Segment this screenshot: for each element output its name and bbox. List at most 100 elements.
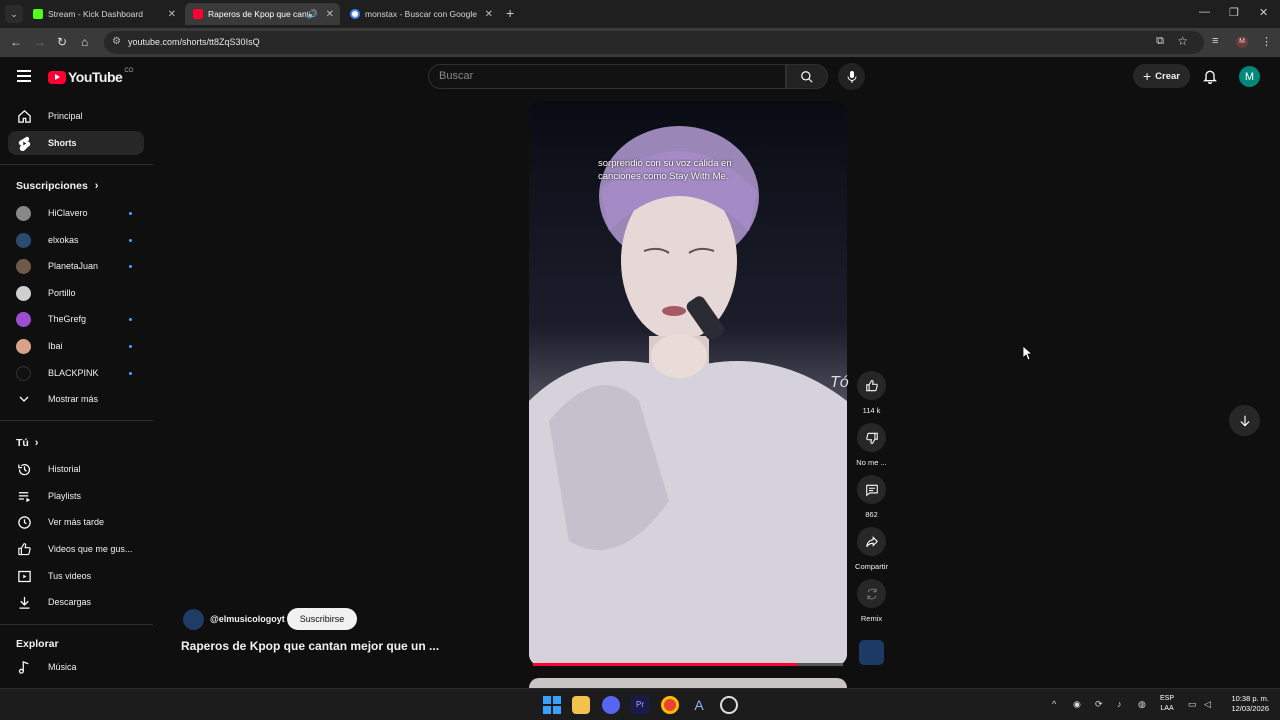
reload-icon[interactable]: ↻: [57, 35, 67, 49]
app-icon[interactable]: A: [690, 696, 708, 714]
system-clock[interactable]: 10:38 p. m. 12/03/2026: [1225, 694, 1269, 714]
channel-name[interactable]: @elmusicologoyt: [210, 614, 285, 624]
search-input[interactable]: [439, 70, 769, 82]
menu-icon[interactable]: [17, 70, 31, 82]
next-video-button[interactable]: [1229, 405, 1260, 436]
media-control-icon[interactable]: ≡: [1212, 35, 1218, 47]
notifications-button[interactable]: [1202, 68, 1218, 89]
tab-google-search[interactable]: monstax - Buscar con Google ✕: [342, 3, 499, 25]
site-info-icon[interactable]: ⚙: [112, 36, 121, 47]
share-button[interactable]: Compartir: [855, 527, 888, 571]
close-tab-icon[interactable]: ✕: [326, 9, 334, 20]
account-avatar[interactable]: M: [1239, 66, 1260, 87]
sidebar-item-your-videos[interactable]: Tus videos: [8, 564, 144, 588]
back-icon[interactable]: ←: [10, 35, 22, 49]
discord-tray-icon[interactable]: ◉: [1073, 699, 1081, 710]
channel-thumbnail[interactable]: [859, 640, 884, 665]
browser-menu-icon[interactable]: ⋮: [1261, 35, 1272, 48]
url-text[interactable]: youtube.com/shorts/tt8ZqS30IsQ: [128, 37, 260, 47]
home-page-icon[interactable]: ⌂: [81, 35, 88, 49]
channel-avatar[interactable]: [183, 609, 204, 630]
search-button[interactable]: [786, 64, 828, 89]
comments-button[interactable]: 862: [855, 475, 888, 519]
you-heading[interactable]: Tú ›: [16, 437, 38, 449]
omnibox[interactable]: ⚙ youtube.com/shorts/tt8ZqS30IsQ ⧉ ☆: [104, 31, 1204, 54]
like-button[interactable]: 114 k: [855, 371, 888, 415]
tab-kick-dashboard[interactable]: Stream - Kick Dashboard ✕: [25, 3, 182, 25]
short-title[interactable]: Raperos de Kpop que cantan mejor que un …: [181, 639, 439, 653]
live-indicator: [129, 371, 132, 375]
like-count: 114 k: [862, 406, 881, 415]
close-window-icon[interactable]: ✕: [1259, 6, 1268, 19]
subscriptions-heading[interactable]: Suscripciones ›: [16, 180, 98, 192]
dislike-button[interactable]: No me ...: [855, 423, 888, 467]
short-video-player[interactable]: [529, 101, 847, 666]
premiere-icon[interactable]: Pr: [631, 696, 649, 714]
sidebar-item-shorts[interactable]: Shorts: [8, 131, 144, 155]
sidebar-item-playlists[interactable]: Playlists: [8, 484, 144, 508]
youtube-logo[interactable]: YouTube CO: [48, 68, 133, 85]
logo-text: YouTube: [68, 69, 123, 85]
sync-tray-icon[interactable]: ⟳: [1095, 699, 1103, 710]
profile-icon[interactable]: M: [1236, 36, 1248, 48]
sidebar-item-subscription[interactable]: Ibai: [8, 334, 144, 358]
sidebar-item-subscription[interactable]: TheGrefg: [8, 307, 144, 331]
tab-youtube-short[interactable]: Raperos de Kpop que canta 🔊 ✕: [185, 3, 340, 25]
sidebar-item-subscription[interactable]: Portillo: [8, 281, 144, 305]
sidebar-item-music[interactable]: Música: [8, 655, 144, 679]
video-icon: [16, 568, 32, 584]
kick-favicon-icon: [33, 9, 43, 19]
sidebar-label: Descargas: [48, 597, 92, 607]
file-explorer-icon[interactable]: [572, 696, 590, 714]
windows-start-icon[interactable]: [543, 696, 561, 714]
search-box[interactable]: [428, 64, 786, 89]
video-caption: sorprendió con su voz cálida en cancione…: [598, 158, 758, 183]
remix-button[interactable]: Remix: [855, 579, 888, 623]
voice-search-button[interactable]: [838, 63, 865, 90]
show-more-button[interactable]: Mostrar más: [8, 387, 144, 411]
bookmark-star-icon[interactable]: ☆: [1177, 34, 1188, 48]
sidebar-item-watch-later[interactable]: Ver más tarde: [8, 510, 144, 534]
mic-tray-icon[interactable]: ♪: [1117, 699, 1122, 709]
sidebar-item-subscription[interactable]: PlanetaJuan: [8, 254, 144, 278]
steam-icon[interactable]: [720, 696, 738, 714]
display-tray-icon[interactable]: ▭: [1188, 699, 1197, 710]
caption-line: sorprendió con su voz cálida en: [598, 158, 732, 169]
sidebar-item-history[interactable]: Historial: [8, 457, 144, 481]
input-language[interactable]: ESP LAA: [1160, 694, 1174, 714]
like-icon: [16, 541, 32, 557]
discord-icon[interactable]: [602, 696, 620, 714]
minimize-icon[interactable]: —: [1199, 6, 1210, 18]
sidebar-item-principal[interactable]: Principal: [8, 104, 144, 128]
install-app-icon[interactable]: ⧉: [1156, 35, 1164, 48]
sidebar-item-subscription[interactable]: HiClavero: [8, 201, 144, 225]
create-button[interactable]: + Crear: [1133, 64, 1190, 88]
video-progress-bar[interactable]: [533, 663, 843, 666]
audio-playing-icon[interactable]: 🔊: [307, 9, 318, 20]
restore-icon[interactable]: ❐: [1229, 6, 1239, 19]
shorts-icon: [16, 135, 32, 151]
subscribe-button[interactable]: Suscribirse: [287, 608, 357, 630]
avatar: [16, 338, 31, 354]
sidebar-label: Playlists: [48, 491, 82, 501]
sidebar-divider: [0, 420, 153, 421]
chrome-icon[interactable]: [661, 696, 679, 714]
plus-icon: +: [1142, 68, 1152, 84]
sidebar-item-liked-videos[interactable]: Videos que me gus...: [8, 537, 144, 561]
comment-count: 862: [865, 510, 878, 519]
sidebar-item-subscription[interactable]: elxokas: [8, 228, 144, 252]
network-tray-icon[interactable]: ◍: [1138, 699, 1146, 710]
tab-search-button[interactable]: ⌄: [5, 5, 23, 23]
sidebar-label: Shorts: [48, 138, 77, 148]
avatar: [16, 311, 31, 327]
close-tab-icon[interactable]: ✕: [168, 9, 176, 20]
sidebar-item-subscription[interactable]: BLACKPINK: [8, 361, 144, 385]
progress-fill: [533, 663, 797, 666]
sidebar-item-downloads[interactable]: Descargas: [8, 590, 144, 614]
clock-icon: [16, 514, 32, 530]
new-tab-icon[interactable]: +: [506, 5, 514, 21]
forward-icon[interactable]: →: [34, 35, 46, 49]
close-tab-icon[interactable]: ✕: [485, 9, 493, 20]
tray-expand-icon[interactable]: ^: [1052, 699, 1056, 709]
volume-tray-icon[interactable]: ◁: [1204, 699, 1211, 710]
